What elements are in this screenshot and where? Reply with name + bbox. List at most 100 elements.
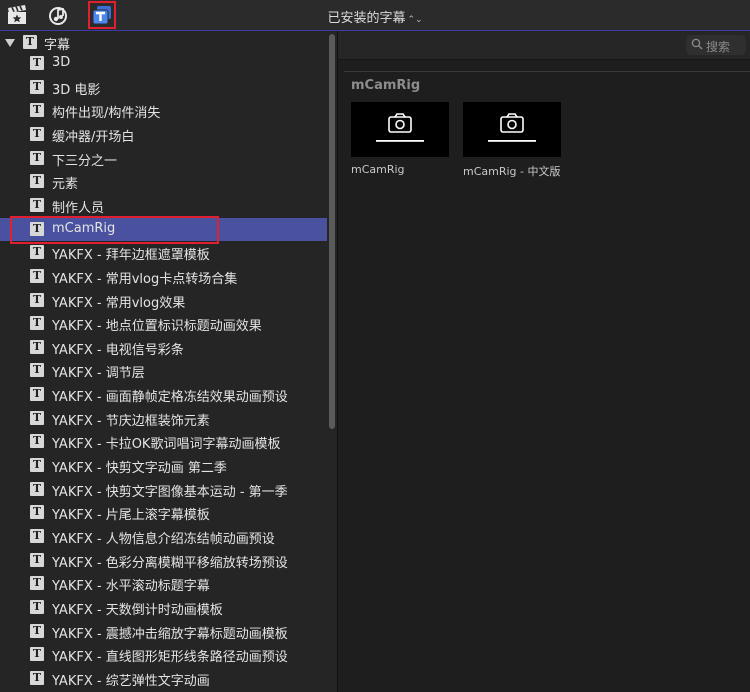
sidebar-item-label: YAKFX - 地点位置标识标题动画效果: [52, 319, 262, 335]
sidebar-item[interactable]: T 3D: [0, 52, 327, 76]
title-icon: T: [30, 434, 44, 449]
sidebar-item-label: YAKFX - 色彩分离模糊平移缩放转场预设: [52, 555, 288, 571]
sidebar-item[interactable]: T 构件出现/构件消失: [0, 99, 327, 123]
sidebar-item[interactable]: T YAKFX - 水平滚动标题字幕: [0, 572, 327, 596]
title-icon: T: [30, 623, 44, 638]
title-icon: T: [30, 552, 44, 567]
sidebar-item-label: YAKFX - 卡拉OK歌词唱词字幕动画模板: [52, 437, 281, 453]
sidebar-item-label: 下三分之一: [52, 153, 118, 169]
sidebar-item-label: YAKFX - 电视信号彩条: [52, 342, 184, 358]
search-placeholder: 搜索: [706, 40, 731, 54]
title-icon: T: [30, 339, 44, 354]
section-divider: [344, 71, 750, 72]
sidebar-item-label: YAKFX - 常用vlog卡点转场合集: [52, 271, 238, 287]
browser-panel: 搜索 mCamRig mCamRig mCamRig - 中文版: [338, 31, 750, 692]
sidebar-item-label: YAKFX - 水平滚动标题字幕: [52, 579, 210, 595]
sidebar-item-label: 制作人员: [52, 200, 105, 216]
sidebar-item[interactable]: T YAKFX - 常用vlog效果: [0, 289, 327, 313]
title-icon: T: [30, 599, 44, 614]
sidebar-item-label: 缓冲器/开场白: [52, 129, 135, 145]
sidebar-item[interactable]: T YAKFX - 天数倒计时动画模板: [0, 596, 327, 620]
thumbnail-label: mCamRig - 中文版: [463, 165, 561, 178]
title-icon: T: [30, 387, 44, 402]
title-icon: T: [30, 174, 44, 189]
sidebar-item[interactable]: T YAKFX - 拜年边框遮罩模板: [0, 241, 327, 265]
title-icon: T: [30, 529, 44, 543]
sidebar-item[interactable]: T YAKFX - 地点位置标识标题动画效果: [0, 312, 327, 336]
title-icon: T: [30, 56, 44, 70]
sidebar-item[interactable]: T 缓冲器/开场白: [0, 123, 327, 147]
sidebar-item[interactable]: T 制作人员: [0, 194, 327, 218]
title-icon: T: [30, 670, 44, 685]
title-icon: T: [30, 481, 44, 496]
sidebar: T 字幕 T 3D T 3D 电影 T 构件出现/构件消失 T 缓冲器/开场白 T 下三分之一 T 元…: [0, 31, 337, 692]
sidebar-item[interactable]: T 3D 电影: [0, 76, 327, 100]
camera-icon: [376, 113, 424, 142]
sidebar-item[interactable]: T YAKFX - 卡拉OK歌词唱词字幕动画模板: [0, 430, 327, 454]
sidebar-scrollbar[interactable]: [329, 31, 335, 692]
title-icon: T: [30, 458, 44, 473]
sidebar-item-label: YAKFX - 节庆边框装饰元素: [52, 413, 210, 429]
scrollbar-thumb[interactable]: [329, 34, 335, 429]
sidebar-item-label: 3D: [52, 55, 71, 70]
sidebar-item-label: YAKFX - 片尾上滚字幕模板: [52, 508, 210, 524]
sidebar-item[interactable]: T YAKFX - 快剪文字图像基本运动 - 第一季: [0, 478, 327, 502]
section-title: mCamRig: [351, 78, 421, 93]
sidebar-item[interactable]: T YAKFX - 直线图形矩形线条路径动画预设: [0, 643, 327, 667]
title-icon: T: [30, 150, 44, 165]
sidebar-item[interactable]: T YAKFX - 人物信息介绍冻结帧动画预设: [0, 525, 327, 549]
sidebar-item[interactable]: T YAKFX - 电视信号彩条: [0, 336, 327, 360]
title-icon: T: [30, 268, 44, 283]
title-icon: T: [30, 647, 44, 662]
sidebar-item-label: YAKFX - 快剪文字图像基本运动 - 第一季: [52, 484, 288, 500]
sidebar-root-label: 字幕: [44, 38, 71, 53]
thumbnail-label: mCamRig: [351, 163, 405, 176]
camera-icon: [488, 113, 536, 142]
browser-title: 已安装的字幕: [327, 11, 406, 26]
sidebar-item-label: 3D 电影: [52, 82, 101, 98]
sidebar-item-label: YAKFX - 综艺弹性文字动画: [52, 673, 210, 689]
title-icon: T: [23, 35, 37, 49]
sidebar-item-label: YAKFX - 直线图形矩形线条路径动画预设: [52, 650, 288, 666]
sidebar-item[interactable]: T YAKFX - 常用vlog卡点转场合集: [0, 265, 327, 289]
sidebar-item[interactable]: T YAKFX - 节庆边框装饰元素: [0, 407, 327, 431]
sidebar-item-label: YAKFX - 震撼冲击缩放字幕标题动画模板: [52, 626, 288, 642]
disclosure-triangle-icon[interactable]: [5, 39, 15, 47]
title-icon: T: [30, 505, 44, 520]
sidebar-item-label: 构件出现/构件消失: [52, 106, 161, 122]
search-icon: [691, 38, 703, 50]
sidebar-root-titles[interactable]: T 字幕: [0, 31, 327, 55]
sidebar-item[interactable]: T YAKFX - 震撼冲击缩放字幕标题动画模板: [0, 620, 327, 644]
sidebar-item-label: YAKFX - 人物信息介绍冻结帧动画预设: [52, 532, 275, 547]
sidebar-item[interactable]: T YAKFX - 综艺弹性文字动画: [0, 667, 327, 691]
browser-title-menu[interactable]: 已安装的字幕 ⌃⌄: [0, 7, 750, 26]
sidebar-item-label: YAKFX - 常用vlog效果: [52, 295, 186, 311]
title-icon: T: [30, 363, 44, 378]
sidebar-item-label: YAKFX - 快剪文字动画 第二季: [52, 461, 227, 477]
chevron-updown-icon: ⌃⌄: [407, 15, 423, 25]
sidebar-item[interactable]: T YAKFX - 快剪文字动画 第二季: [0, 454, 327, 478]
sidebar-item-label: YAKFX - 画面静帧定格冻结效果动画预设: [52, 390, 288, 406]
sidebar-item[interactable]: T YAKFX - 画面静帧定格冻结效果动画预设: [0, 383, 327, 407]
title-thumbnail[interactable]: [351, 102, 449, 157]
sidebar-item[interactable]: T YAKFX - 色彩分离模糊平移缩放转场预设: [0, 549, 327, 573]
title-thumbnail[interactable]: [463, 102, 561, 157]
sidebar-item-label: YAKFX - 天数倒计时动画模板: [52, 602, 223, 618]
title-icon: T: [30, 245, 44, 260]
title-icon: T: [30, 126, 44, 141]
title-icon: T: [30, 103, 44, 118]
sidebar-item[interactable]: T YAKFX - 调节层: [0, 359, 327, 383]
title-icon: T: [30, 79, 44, 94]
search-bar: 搜索: [338, 31, 750, 60]
sidebar-item[interactable]: T YAKFX - 片尾上滚字幕模板: [0, 501, 327, 525]
selection-highlight-box: [10, 215, 219, 244]
top-toolbar: 已安装的字幕 ⌃⌄: [0, 0, 750, 31]
title-icon: T: [30, 576, 44, 591]
sidebar-item-label: YAKFX - 调节层: [52, 366, 145, 382]
search-input[interactable]: 搜索: [686, 35, 746, 55]
sidebar-item[interactable]: T 元素: [0, 170, 327, 194]
title-icon: T: [30, 410, 44, 425]
sidebar-item-label: 元素: [52, 177, 79, 193]
sidebar-item[interactable]: T 下三分之一: [0, 147, 327, 171]
title-icon: T: [30, 316, 44, 331]
